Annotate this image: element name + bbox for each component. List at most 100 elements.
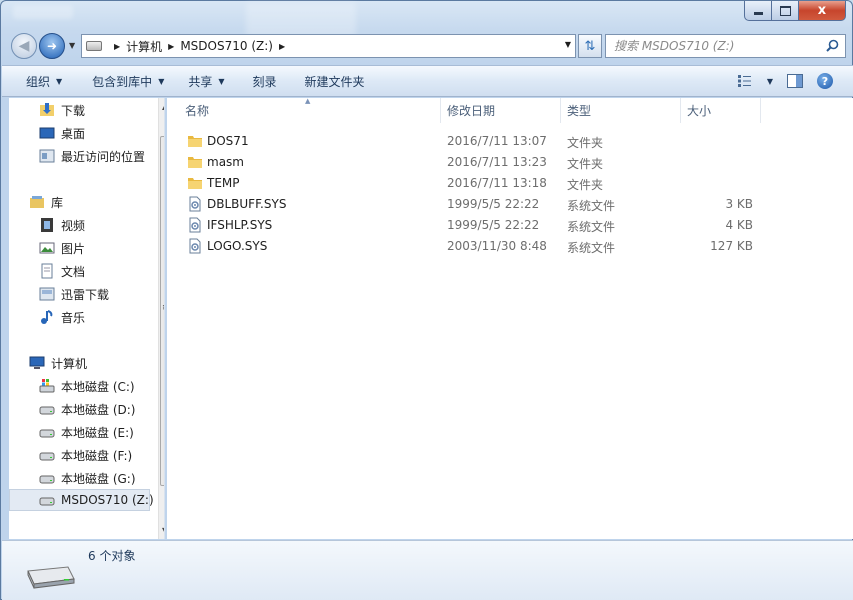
- command-bar: 组织 ▼ 包含到库中 ▼ 共享 ▼ 刻录 新建文件夹 ▼ ?: [2, 65, 853, 97]
- address-dropdown[interactable]: ▼: [565, 40, 571, 49]
- scroll-up-arrow[interactable]: ▲: [162, 102, 164, 111]
- nav-item-label: 本地磁盘 (C:): [61, 379, 135, 394]
- system-file-icon: [189, 238, 201, 254]
- maximize-button[interactable]: [772, 1, 799, 21]
- address-bar[interactable]: ▶ 计算机 ▶ MSDOS710 (Z:) ▶ ▼: [81, 34, 576, 58]
- nav-item-label: 文档: [61, 264, 86, 279]
- recent-pages-dropdown[interactable]: ▼: [69, 41, 75, 50]
- breadcrumb-drive[interactable]: MSDOS710 (Z:): [180, 39, 273, 53]
- share-label: 共享: [188, 74, 213, 89]
- file-type: 系统文件: [567, 241, 616, 255]
- organize-menu[interactable]: 组织 ▼: [2, 69, 74, 93]
- burn-button[interactable]: 刻录: [237, 69, 289, 93]
- forward-button[interactable]: ➜: [39, 33, 65, 59]
- column-header-type[interactable]: 类型: [561, 98, 681, 123]
- drive-icon: [39, 497, 55, 506]
- music-library-icon: [41, 310, 53, 324]
- file-name: TEMP: [207, 176, 240, 190]
- file-date: 1999/5/5 22:22: [447, 218, 540, 232]
- file-row[interactable]: masm 2016/7/11 13:23 文件夹: [179, 152, 779, 173]
- refresh-button[interactable]: ⇅: [578, 34, 602, 58]
- search-box[interactable]: [605, 34, 846, 58]
- search-input[interactable]: [614, 39, 814, 53]
- chevron-right-icon[interactable]: ▶: [168, 42, 174, 51]
- blurred-title: [13, 5, 73, 19]
- column-header-label: 名称: [185, 104, 210, 118]
- details-view-icon: [738, 75, 751, 87]
- breadcrumb-computer[interactable]: 计算机: [126, 38, 162, 55]
- desktop-icon: [39, 127, 55, 139]
- details-pane: 6 个对象: [2, 540, 853, 600]
- nav-item-downloads[interactable]: 下载: [39, 99, 85, 121]
- minimize-button[interactable]: [744, 1, 772, 21]
- file-row[interactable]: TEMP 2016/7/11 13:18 文件夹: [179, 173, 779, 194]
- chevron-down-icon: ▼: [158, 76, 165, 86]
- nav-item-label: MSDOS710 (Z:): [61, 493, 154, 507]
- nav-item-pictures[interactable]: 图片: [39, 237, 85, 259]
- file-name: LOGO.SYS: [207, 239, 268, 253]
- column-header-date[interactable]: 修改日期: [441, 98, 561, 123]
- organize-label: 组织: [26, 74, 51, 89]
- nav-item-label: 下载: [61, 103, 86, 118]
- file-row[interactable]: IFSHLP.SYS 1999/5/5 22:22 系统文件 4 KB: [179, 215, 779, 236]
- nav-item-drive-d[interactable]: 本地磁盘 (D:): [39, 398, 135, 420]
- column-header-name[interactable]: 名称: [179, 98, 441, 123]
- nav-item-label: 迅雷下载: [61, 287, 110, 302]
- document-library-icon: [41, 263, 53, 279]
- file-row[interactable]: DBLBUFF.SYS 1999/5/5 22:22 系统文件 3 KB: [179, 194, 779, 215]
- chevron-down-icon: ▼: [56, 76, 63, 86]
- nav-item-network-partial[interactable]: [29, 526, 51, 539]
- drive-icon: [39, 452, 55, 461]
- nav-item-drive-g[interactable]: 本地磁盘 (G:): [39, 467, 136, 489]
- file-type: 文件夹: [567, 178, 604, 192]
- nav-item-libraries[interactable]: 库: [29, 191, 63, 213]
- help-button[interactable]: ?: [813, 70, 837, 92]
- share-menu[interactable]: 共享 ▼: [176, 69, 236, 93]
- nav-item-label: 本地磁盘 (G:): [61, 471, 136, 486]
- nav-item-videos[interactable]: 视频: [39, 214, 85, 236]
- chevron-right-icon[interactable]: ▶: [114, 42, 120, 51]
- file-type: 系统文件: [567, 220, 616, 234]
- file-list: ▲ 名称 修改日期 类型 大小 DOS71 2016/7/11 13:07 文件…: [167, 97, 853, 539]
- column-header-label: 类型: [567, 104, 592, 118]
- system-file-icon: [189, 196, 201, 212]
- view-options-dropdown[interactable]: ▼: [763, 70, 777, 92]
- file-row[interactable]: DOS71 2016/7/11 13:07 文件夹: [179, 131, 779, 152]
- nav-scrollbar[interactable]: ▲ ≡ ▼: [158, 98, 164, 539]
- preview-pane-button[interactable]: [783, 70, 807, 92]
- caption-buttons: x: [744, 1, 846, 21]
- file-row[interactable]: LOGO.SYS 2003/11/30 8:48 系统文件 127 KB: [179, 236, 779, 257]
- change-view-button[interactable]: [733, 70, 757, 92]
- nav-item-computer[interactable]: 计算机: [29, 352, 87, 374]
- drive-icon: [27, 566, 75, 589]
- nav-item-drive-c[interactable]: 本地磁盘 (C:): [39, 375, 135, 397]
- nav-item-drive-z[interactable]: MSDOS710 (Z:): [9, 489, 154, 511]
- folder-icon: [188, 178, 202, 189]
- file-size: 127 KB: [710, 239, 753, 253]
- nav-item-music[interactable]: 音乐: [39, 306, 85, 328]
- new-folder-button[interactable]: 新建文件夹: [289, 69, 377, 93]
- nav-item-drive-e[interactable]: 本地磁盘 (E:): [39, 421, 134, 443]
- nav-item-drive-f[interactable]: 本地磁盘 (F:): [39, 444, 132, 466]
- file-type: 文件夹: [567, 157, 604, 171]
- scroll-down-arrow[interactable]: ▼: [162, 526, 164, 535]
- nav-item-recent-places[interactable]: 最近访问的位置: [39, 145, 145, 167]
- close-button[interactable]: x: [799, 1, 846, 21]
- nav-item-desktop[interactable]: 桌面: [39, 122, 85, 144]
- picture-library-icon: [39, 242, 55, 254]
- preview-pane-icon: [787, 74, 803, 88]
- search-icon[interactable]: [826, 39, 839, 52]
- nav-item-xunlei-downloads[interactable]: 迅雷下载: [39, 283, 109, 305]
- column-header-size[interactable]: 大小: [681, 98, 761, 123]
- network-icon: [29, 529, 45, 539]
- include-in-library-menu[interactable]: 包含到库中 ▼: [74, 69, 176, 93]
- nav-item-documents[interactable]: 文档: [39, 260, 85, 282]
- toolbar-right-group: ▼ ?: [733, 70, 837, 92]
- back-button[interactable]: ◀: [11, 33, 37, 59]
- scroll-grip-icon: ≡: [162, 303, 164, 313]
- chevron-right-icon[interactable]: ▶: [279, 42, 285, 51]
- file-size: 3 KB: [725, 197, 753, 211]
- file-date: 2016/7/11 13:18: [447, 176, 547, 190]
- help-icon: ?: [817, 73, 833, 89]
- navigation-row: ◀ ➜ ▼ ▶ 计算机 ▶ MSDOS710 (Z:) ▶ ▼ ⇅: [9, 33, 846, 61]
